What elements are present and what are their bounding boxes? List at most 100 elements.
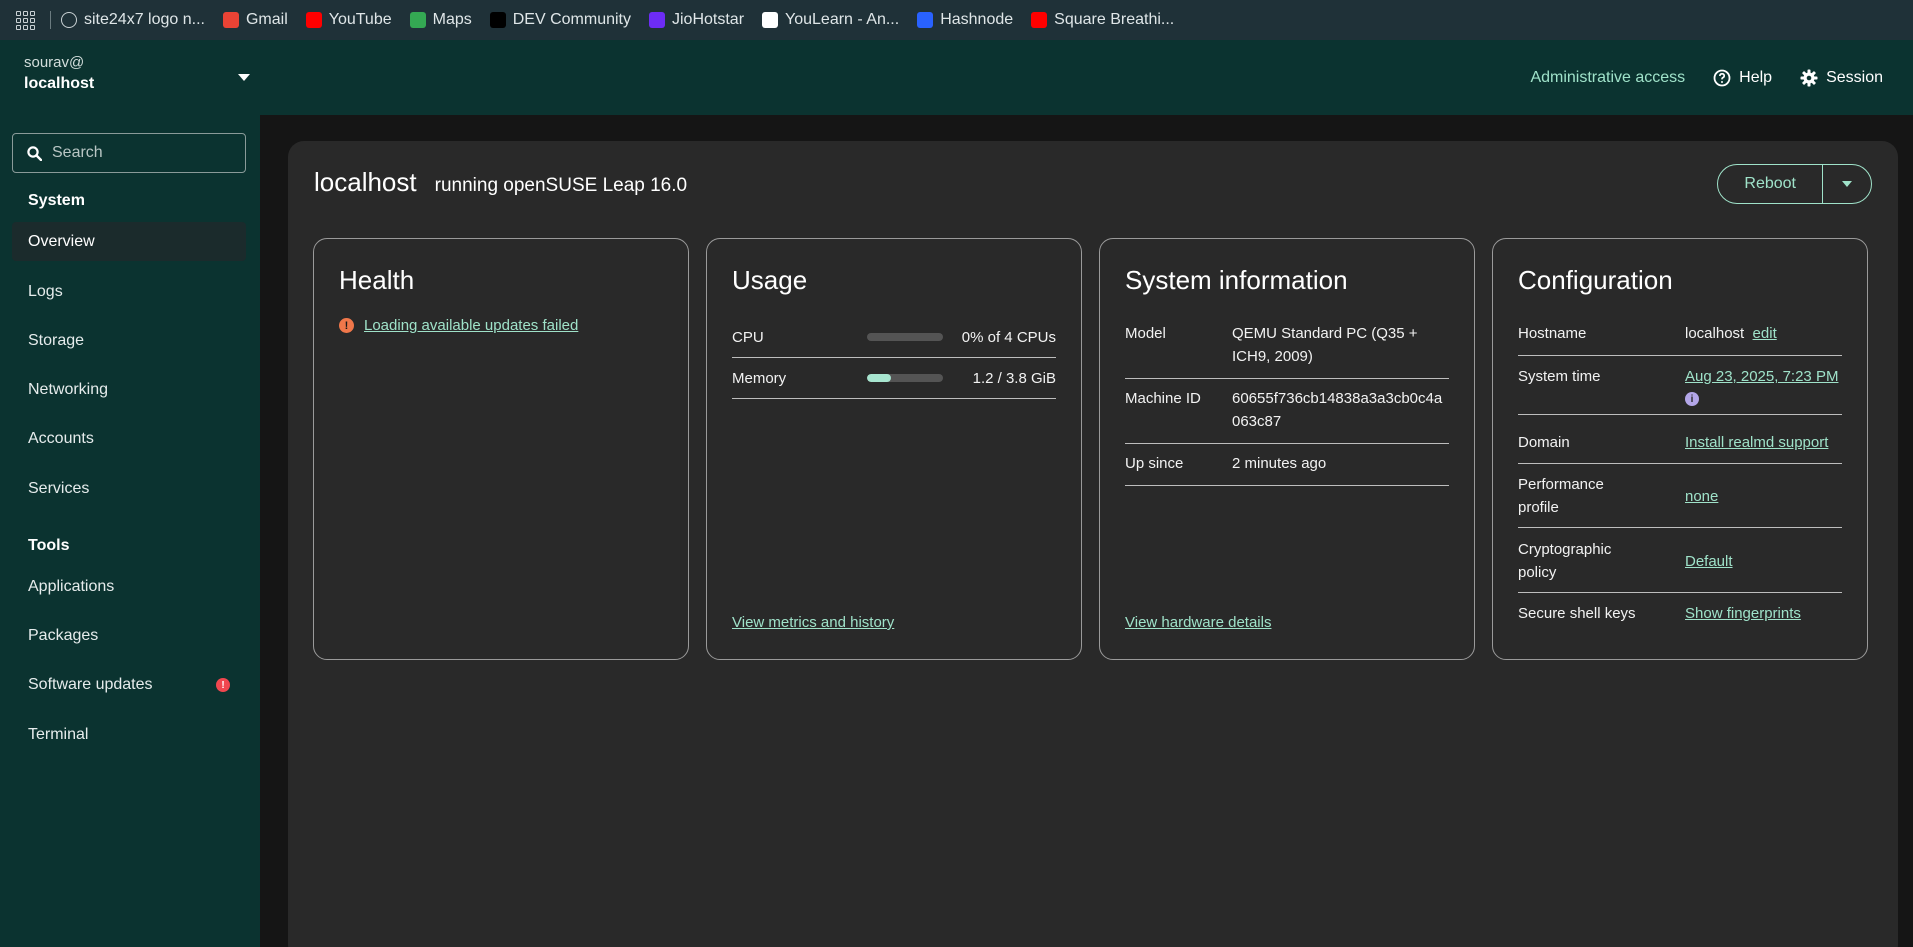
sidebar: System Overview Logs Storage Networking … — [0, 115, 260, 947]
sidebar-item-overview[interactable]: Overview — [12, 222, 246, 261]
usage-title: Usage — [732, 265, 808, 295]
domain-row: Domain Install realmd support — [1518, 422, 1842, 464]
model-label: Model — [1125, 325, 1166, 342]
host-switcher[interactable]: sourav@ localhost — [24, 54, 250, 100]
bookmark-label: DEV Community — [512, 11, 631, 28]
help-button[interactable]: Help — [1713, 69, 1772, 87]
gmail-icon — [222, 12, 239, 28]
help-label: Help — [1739, 68, 1773, 86]
info-icon[interactable]: i — [1685, 392, 1699, 406]
maps-icon — [409, 12, 426, 28]
sidebar-item-logs[interactable]: Logs — [12, 272, 246, 311]
reboot-button[interactable]: Reboot — [1718, 165, 1823, 203]
health-card: Health ! Loading available updates faile… — [313, 238, 689, 660]
machine-id-label: Machine ID — [1125, 390, 1201, 407]
install-realmd-link[interactable]: Install realmd support — [1685, 431, 1842, 454]
sidebar-item-networking[interactable]: Networking — [12, 370, 246, 409]
nav-group-tools: Tools — [28, 537, 70, 554]
bookmark-label: site24x7 logo n... — [84, 11, 205, 28]
crypto-policy-link[interactable]: Default — [1685, 550, 1842, 573]
sysinfo-title: System information — [1125, 265, 1348, 295]
performance-profile-row: Performance profile none — [1518, 464, 1842, 528]
bookmark-item[interactable]: Hashnode — [917, 11, 1013, 29]
masthead: sourav@ localhost Administrative access … — [0, 40, 1913, 115]
view-hardware-link[interactable]: View hardware details — [1125, 614, 1271, 631]
crypto-policy-row: Cryptographic policy Default — [1518, 529, 1842, 593]
reboot-options-toggle[interactable] — [1823, 165, 1871, 203]
bookmark-item[interactable]: Maps — [409, 11, 472, 29]
sidebar-item-storage[interactable]: Storage — [12, 321, 246, 360]
help-icon — [1713, 69, 1731, 86]
hostname-value: localhost — [1685, 325, 1745, 342]
bookmark-label: YouTube — [328, 11, 392, 28]
sidebar-item-services[interactable]: Services — [12, 469, 246, 508]
overview-page: localhost running openSUSE Leap 16.0 Reb… — [288, 141, 1898, 947]
nav-group-system: System — [28, 192, 85, 209]
sidebar-item-terminal[interactable]: Terminal — [12, 715, 246, 754]
health-alert: ! Loading available updates failed — [339, 317, 578, 334]
session-label: Session — [1826, 68, 1883, 86]
system-time-link[interactable]: Aug 23, 2025, 7:23 PM — [1685, 365, 1842, 388]
hostname-row: Hostname localhost edit — [1518, 311, 1842, 356]
caret-down-icon[interactable] — [238, 74, 250, 81]
hostname-label: Hostname — [1518, 325, 1587, 342]
bookmark-item[interactable]: YouLearn - An... — [762, 11, 899, 29]
updates-failed-link[interactable]: Loading available updates failed — [364, 317, 578, 334]
bookmark-item[interactable]: Square Breathi... — [1031, 11, 1174, 29]
bookmark-item[interactable]: Gmail — [222, 11, 288, 29]
youtube-icon — [305, 12, 322, 28]
sidebar-item-accounts[interactable]: Accounts — [12, 419, 246, 458]
up-since-value: 2 minutes ago — [1232, 455, 1327, 472]
page-title: localhost running openSUSE Leap 16.0 — [314, 167, 687, 198]
cpu-row: CPU 0% of 4 CPUs — [732, 317, 1056, 358]
sidebar-item-packages[interactable]: Packages — [12, 616, 246, 655]
gear-icon — [1800, 69, 1818, 86]
session-button[interactable]: Session — [1800, 69, 1883, 87]
sidebar-item-applications[interactable]: Applications — [12, 567, 246, 606]
hashnode-icon — [917, 12, 934, 28]
administrative-access-button[interactable]: Administrative access — [1530, 69, 1685, 87]
search-box[interactable] — [12, 133, 246, 173]
memory-progress-bar — [867, 374, 943, 382]
youlearn-icon — [762, 12, 779, 28]
performance-profile-link[interactable]: none — [1685, 485, 1842, 508]
globe-icon — [61, 12, 77, 28]
model-value: QEMU Standard PC (Q35 + ICH9, 2009) — [1232, 325, 1418, 365]
cpu-progress-bar — [867, 333, 943, 341]
cpu-value: 0% of 4 CPUs — [961, 328, 1056, 346]
caret-down-icon — [1842, 181, 1852, 187]
bookmark-label: Square Breathi... — [1054, 11, 1175, 28]
bookmark-item[interactable]: YouTube — [305, 11, 392, 29]
page-os: running openSUSE Leap 16.0 — [434, 175, 688, 196]
alert-badge-icon: ! — [216, 678, 230, 692]
system-time-label: System time — [1518, 368, 1601, 385]
host-user: sourav@ — [24, 54, 85, 71]
up-since-label: Up since — [1125, 455, 1184, 472]
sidebar-item-software-updates[interactable]: Software updates ! — [12, 665, 246, 704]
memory-value: 1.2 / 3.8 GiB — [972, 369, 1056, 387]
memory-row: Memory 1.2 / 3.8 GiB — [732, 358, 1056, 399]
show-fingerprints-link[interactable]: Show fingerprints — [1685, 602, 1842, 625]
config-title: Configuration — [1518, 265, 1673, 295]
view-metrics-link[interactable]: View metrics and history — [732, 614, 894, 631]
youtube-icon — [1031, 12, 1048, 28]
configuration-card: Configuration Hostname localhost edit Sy… — [1492, 238, 1868, 660]
system-time-row: System time Aug 23, 2025, 7:23 PM i — [1518, 356, 1842, 415]
bookmark-item[interactable]: JioHotstar — [649, 11, 744, 29]
crypto-policy-label: Cryptographic policy — [1518, 541, 1612, 581]
bookmark-item[interactable]: site24x7 logo n... — [61, 11, 205, 29]
bookmarks-divider — [50, 11, 51, 29]
bookmark-label: Gmail — [245, 11, 288, 28]
machine-id-value: 60655f736cb14838a3a3cb0c4a063c87 — [1232, 390, 1443, 430]
bookmark-item[interactable]: DEV Community — [489, 11, 631, 29]
memory-progress-fill — [867, 374, 892, 382]
bookmark-label: JioHotstar — [672, 11, 745, 28]
apps-grid-icon[interactable] — [14, 9, 36, 31]
system-information-card: System information Model QEMU Standard P… — [1099, 238, 1475, 660]
page-hostname: localhost — [314, 167, 417, 197]
search-input[interactable] — [52, 144, 232, 162]
reboot-split-button: Reboot — [1717, 164, 1872, 204]
sidebar-item-label: Software updates — [28, 675, 153, 693]
hostname-edit-link[interactable]: edit — [1753, 325, 1777, 342]
ssh-keys-row: Secure shell keys Show fingerprints — [1518, 593, 1842, 633]
